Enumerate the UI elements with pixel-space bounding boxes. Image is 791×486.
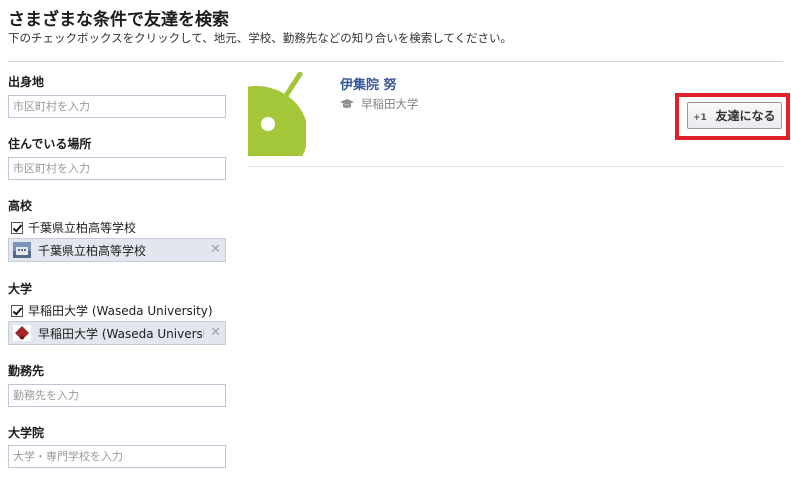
remove-high-school-icon[interactable]: ✕ xyxy=(210,242,221,258)
university-checkbox[interactable] xyxy=(11,304,23,317)
hometown-input[interactable] xyxy=(8,95,226,118)
result-name-link[interactable]: 伊集院 努 xyxy=(340,74,397,93)
graduation-cap-icon xyxy=(340,99,354,108)
high-school-checkbox[interactable] xyxy=(11,221,23,234)
university-label: 大学 xyxy=(8,282,33,296)
school-building-icon xyxy=(13,242,31,258)
grad-school-label: 大学院 xyxy=(8,426,45,440)
svg-text:+1: +1 xyxy=(693,113,707,122)
high-school-token: 千葉県立柏高等学校 ✕ xyxy=(8,238,226,262)
university-token-text: 早稲田大学 (Waseda University xyxy=(38,326,204,341)
high-school-label: 高校 xyxy=(8,199,33,213)
header-divider xyxy=(8,61,783,62)
university-checkbox-label: 早稲田大学 (Waseda University) xyxy=(28,304,213,318)
result-divider xyxy=(248,166,783,167)
result-school: 早稲田大学 xyxy=(340,96,419,112)
add-friend-label: 友達になる xyxy=(715,109,776,123)
high-school-token-text: 千葉県立柏高等学校 xyxy=(38,243,147,258)
current-city-label: 住んでいる場所 xyxy=(8,137,92,151)
hometown-label: 出身地 xyxy=(8,75,45,89)
result-school-text: 早稲田大学 xyxy=(361,97,419,111)
remove-university-icon[interactable]: ✕ xyxy=(210,325,221,341)
university-token: 早稲田大学 (Waseda University ✕ xyxy=(8,321,226,345)
grad-school-input[interactable] xyxy=(8,445,226,468)
high-school-checkbox-label: 千葉県立柏高等学校 xyxy=(28,221,137,235)
add-friend-icon: +1 xyxy=(693,113,707,122)
employer-input[interactable] xyxy=(8,384,226,407)
employer-label: 勤務先 xyxy=(8,364,45,378)
android-avatar[interactable] xyxy=(248,72,306,156)
waseda-emblem-icon xyxy=(13,325,31,341)
page-description: 下のチェックボックスをクリックして、地元、学校、勤務先などの知り合いを検索してく… xyxy=(8,31,513,45)
university-checkbox-row[interactable]: 早稲田大学 (Waseda University) xyxy=(11,302,213,319)
high-school-checkbox-row[interactable]: 千葉県立柏高等学校 xyxy=(11,219,136,236)
current-city-input[interactable] xyxy=(8,157,226,180)
add-friend-button[interactable]: +1 友達になる xyxy=(687,102,782,129)
page-title: さまざまな条件で友達を検索 xyxy=(8,10,229,30)
